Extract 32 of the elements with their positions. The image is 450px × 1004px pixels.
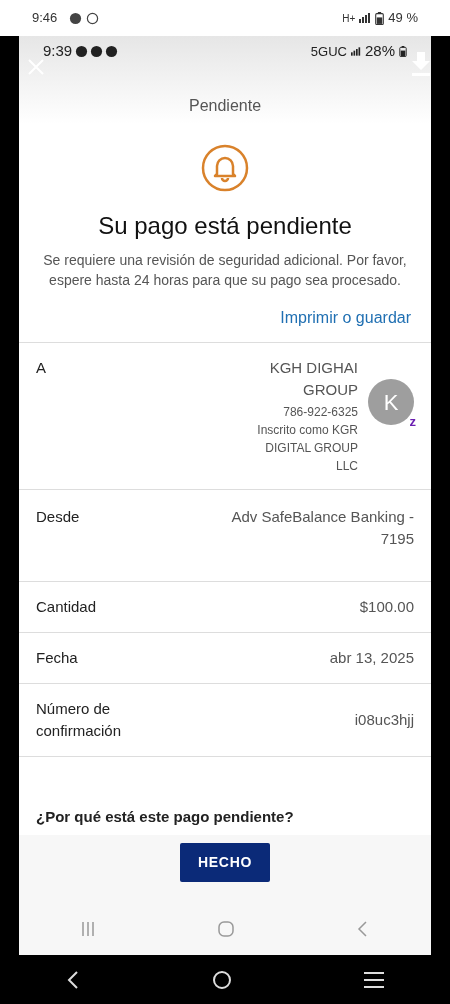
recipient-phone: 786-922-6325 — [283, 404, 358, 421]
menu-icon[interactable] — [362, 970, 385, 989]
detail-label: A — [36, 358, 46, 378]
bell-icon — [201, 144, 249, 192]
network-type: H+ — [342, 11, 356, 26]
detail-label: Fecha — [36, 648, 79, 668]
header-title: Pendiente — [188, 96, 262, 116]
detail-label: Cantidad — [36, 597, 98, 617]
battery-icon — [399, 45, 407, 57]
battery-level: 28% — [364, 41, 395, 61]
notice-message: Se requiere una revisión de seguridad adicional. Por favor, espere hasta 24 horas para que su pago sea procesado. — [42, 251, 408, 290]
detail-label: Número de confirmación — [36, 699, 123, 741]
notice-title: Su pago está pendiente — [98, 211, 352, 241]
detail-value: abr 13, 2025 — [328, 648, 414, 668]
status-time: 9:39 — [43, 41, 73, 61]
detail-value: Adv SafeBalance Banking - 7195 — [230, 507, 414, 549]
done-button[interactable]: HECHO — [180, 843, 270, 882]
signal-icon — [359, 13, 372, 23]
print-or-save-link[interactable]: Imprimir o guardar — [280, 306, 411, 330]
recipient-name: KGH DIGHAI GROUP — [268, 358, 358, 400]
battery-level: 49 % — [388, 9, 418, 28]
recent-apps-icon[interactable] — [79, 921, 96, 937]
detail-value: i08uc3hjj — [353, 710, 414, 730]
badge-letter: z — [409, 412, 416, 431]
network-type: 5GUC — [310, 42, 347, 61]
section-heading: ¿Por qué está este pago pendiente? — [36, 808, 294, 825]
recipient-registered-name: Inscrito como KGR DIGITAL GROUP LLC — [256, 422, 358, 475]
detail-label: Desde — [36, 507, 81, 527]
battery-icon — [375, 11, 385, 25]
status-time: 9:46 — [32, 9, 58, 28]
detail-value: $100.00 — [358, 597, 414, 617]
signal-icon — [350, 46, 361, 56]
